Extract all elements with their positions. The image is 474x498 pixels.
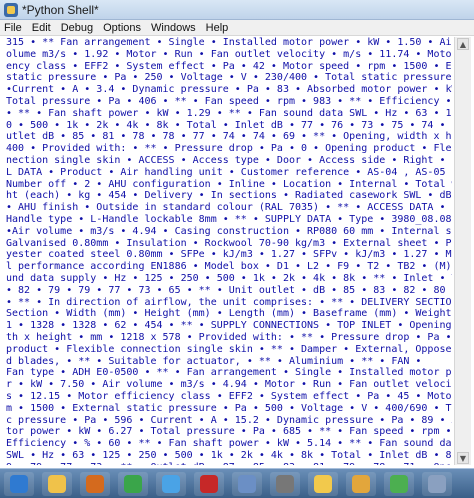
shell-output-line: d blades, • ** • Suitable for actuator, … <box>6 355 422 367</box>
shell-output-line: •Current • A • 3.4 • Dynamic pressure • … <box>6 84 452 96</box>
shell-output-line: • ** • In direction of airflow, the unit… <box>6 296 452 308</box>
app-icon <box>390 475 408 493</box>
shell-output-line: • 82 • 79 • 79 • 77 • 73 • 65 • ** • Uni… <box>6 284 452 296</box>
taskbar-mail-icon[interactable] <box>346 472 376 496</box>
menu-options[interactable]: Options <box>103 22 141 34</box>
scroll-up-arrow[interactable]: ▲ <box>457 38 469 50</box>
taskbar-python-icon[interactable] <box>308 472 338 496</box>
scroll-down-arrow[interactable]: ▼ <box>457 452 469 464</box>
shell-output-line: Number off • 2 • AHU configuration • Inl… <box>6 178 452 190</box>
shell-output-line: Total pressure • Pa • 406 • ** • Fan spe… <box>6 95 452 107</box>
taskbar-ie-icon[interactable] <box>156 472 186 496</box>
shell-output-line: nection single skin • ACCESS • Access ty… <box>6 154 452 166</box>
shell-output-line: th x height • mm • 1218 x 578 • Provided… <box>6 331 452 343</box>
taskbar-start-button[interactable] <box>4 472 34 496</box>
folder-icon <box>48 475 66 493</box>
shell-output-line: c pressure • Pa • 596 • Current • A • 15… <box>6 414 452 426</box>
shell-output-line: ht (each) • kg • 454 • Delivery • In sec… <box>6 190 452 202</box>
shell-output-line: r • kW • 7.50 • Air volume • m3/s • 4.94… <box>6 379 452 391</box>
shell-output-line: 400 • Provided with: • ** • Pressure dro… <box>6 143 452 155</box>
shell-output-line: Fan type • ADH E0-0500 • ** • Fan arrang… <box>6 367 452 379</box>
python-shell-icon <box>4 2 18 17</box>
shell-output-line: Handle type • L-Handle lockable 8mm • **… <box>6 213 452 225</box>
shell-output-line: utlet dB • 85 • 81 • 78 • 78 • 77 • 74 •… <box>6 131 452 143</box>
start-button <box>10 475 28 493</box>
shell-output-line: Efficiency • % • 60 • ** • Fan shaft pow… <box>6 438 452 450</box>
shell-output-line: yester coated steel 0.80mm • SFPe • kJ/m… <box>6 249 452 261</box>
menu-file[interactable]: File <box>4 22 22 34</box>
taskbar-app-icon[interactable] <box>384 472 414 496</box>
shell-output-line: • ** • Fan shaft power • kW • 1.29 • ** … <box>6 107 452 119</box>
shell-text-area[interactable]: 315 • ** Fan arrangement • Single • Inst… <box>4 37 452 465</box>
menu-windows[interactable]: Windows <box>151 22 196 34</box>
menu-edit[interactable]: Edit <box>32 22 51 34</box>
vertical-scrollbar[interactable]: ▲ ▼ <box>454 37 471 465</box>
shell-output-line: und data supply • Hz • 125 • 250 • 500 •… <box>6 272 452 284</box>
chrome-icon <box>124 475 142 493</box>
menu-debug[interactable]: Debug <box>61 22 93 34</box>
tools-icon <box>276 475 294 493</box>
ie-icon <box>162 475 180 493</box>
taskbar-chrome-icon[interactable] <box>118 472 148 496</box>
shell-output-line: Section • Width (mm) • Height (mm) • Len… <box>6 308 452 320</box>
taskbar-folder-icon[interactable] <box>42 472 72 496</box>
shell-output-line: m • 1500 • External static pressure • Pa… <box>6 402 452 414</box>
menu-bar: File Edit Debug Options Windows Help <box>0 20 474 36</box>
menu-help[interactable]: Help <box>206 22 229 34</box>
shell-output-line: •Air volume • m3/s • 4.94 • Casing const… <box>6 225 452 237</box>
shell-output-line: static pressure • Pa • 250 • Voltage • V… <box>6 72 452 84</box>
window-title: *Python Shell* <box>22 2 99 17</box>
media-player-icon <box>86 475 104 493</box>
settings-icon <box>428 475 446 493</box>
taskbar-pdf-icon[interactable] <box>194 472 224 496</box>
shell-output-line: SWL • Hz • 63 • 125 • 250 • 500 • 1k • 2… <box>6 449 452 461</box>
taskbar-media-player-icon[interactable] <box>80 472 110 496</box>
shell-output-line: L DATA • Product • Air handling unit • C… <box>6 166 452 178</box>
shell-output-line: ency class • EFF2 • System effect • Pa •… <box>6 60 452 72</box>
shell-output-line: l performance according EN1886 • Model b… <box>6 261 452 273</box>
shell-output-line: 0 • 500 • 1k • 2k • 4k • 8k • Total • In… <box>6 119 452 131</box>
shell-output-line: tor power • kW • 6.27 • Total pressure •… <box>6 426 452 438</box>
title-bar: *Python Shell* <box>0 0 474 20</box>
pdf-icon <box>200 475 218 493</box>
document-icon <box>238 475 256 493</box>
shell-output-line: Galvanised 0.80mm • Insulation • Rockwoo… <box>6 237 452 249</box>
taskbar-document-icon[interactable] <box>232 472 262 496</box>
taskbar <box>0 468 474 498</box>
mail-icon <box>352 475 370 493</box>
taskbar-settings-icon[interactable] <box>422 472 452 496</box>
shell-output-line: product • Flexible connection single ski… <box>6 343 452 355</box>
shell-output-line: 9 • 79 • 77 • 73 • ** • Outlet dB • 87 •… <box>6 462 452 465</box>
shell-output-line: s • 12.15 • Motor efficiency class • EFF… <box>6 390 452 402</box>
shell-output-line: • AHU finish • Outside in standard colou… <box>6 202 446 214</box>
taskbar-tools-icon[interactable] <box>270 472 300 496</box>
python-icon <box>314 475 332 493</box>
shell-output-line: 315 • ** Fan arrangement • Single • Inst… <box>6 37 452 48</box>
shell-output-line: 1 • 1328 • 1328 • 62 • 454 • ** • SUPPLY… <box>6 320 452 332</box>
shell-output-line: olume m3/s • 1.92 • Motor • Run • Fan ou… <box>6 48 452 60</box>
